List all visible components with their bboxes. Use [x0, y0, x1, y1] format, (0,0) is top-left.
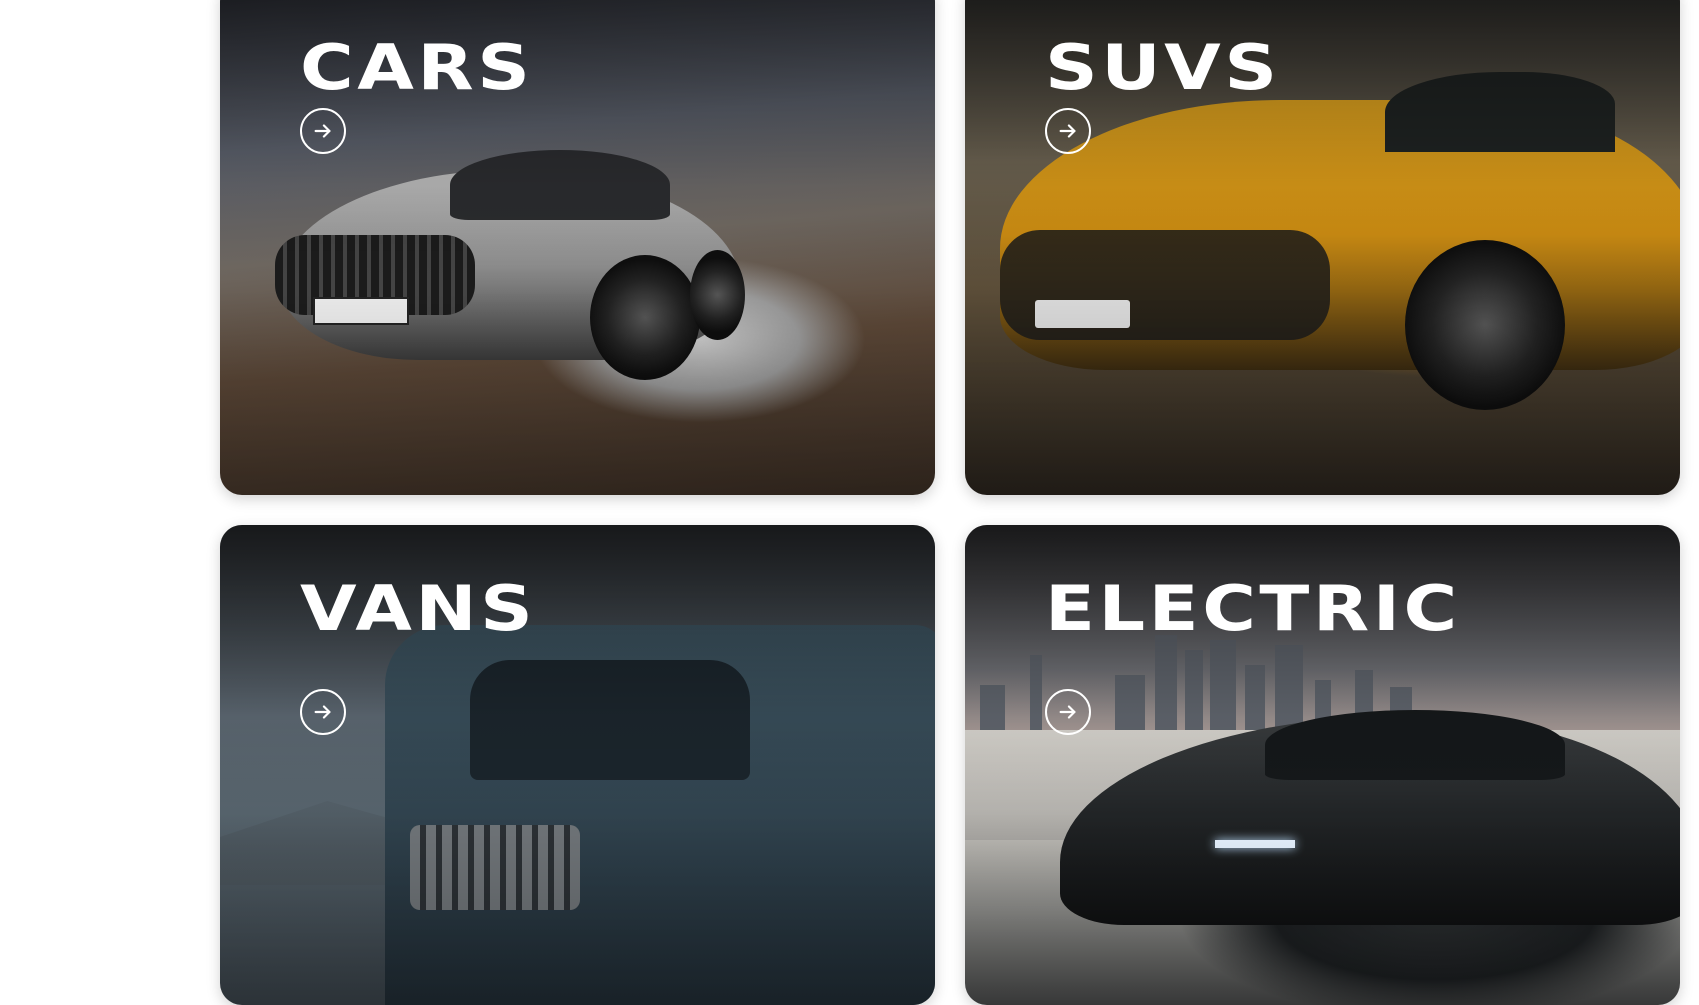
arrow-right-icon[interactable] — [300, 689, 346, 735]
category-card-suvs[interactable]: SUVS — [965, 0, 1680, 495]
vehicle-category-grid: CARS SUVS VANS ELECTRIC — [220, 0, 1680, 1005]
arrow-right-icon[interactable] — [300, 108, 346, 154]
card-title: ELECTRIC — [1045, 572, 1461, 645]
arrow-right-icon[interactable] — [1045, 108, 1091, 154]
card-title: CARS — [300, 31, 534, 104]
arrow-right-icon[interactable] — [1045, 689, 1091, 735]
category-card-vans[interactable]: VANS — [220, 525, 935, 1005]
category-card-cars[interactable]: CARS — [220, 0, 935, 495]
card-title: VANS — [300, 572, 537, 645]
card-title: SUVS — [1045, 31, 1281, 104]
category-card-electric[interactable]: ELECTRIC — [965, 525, 1680, 1005]
